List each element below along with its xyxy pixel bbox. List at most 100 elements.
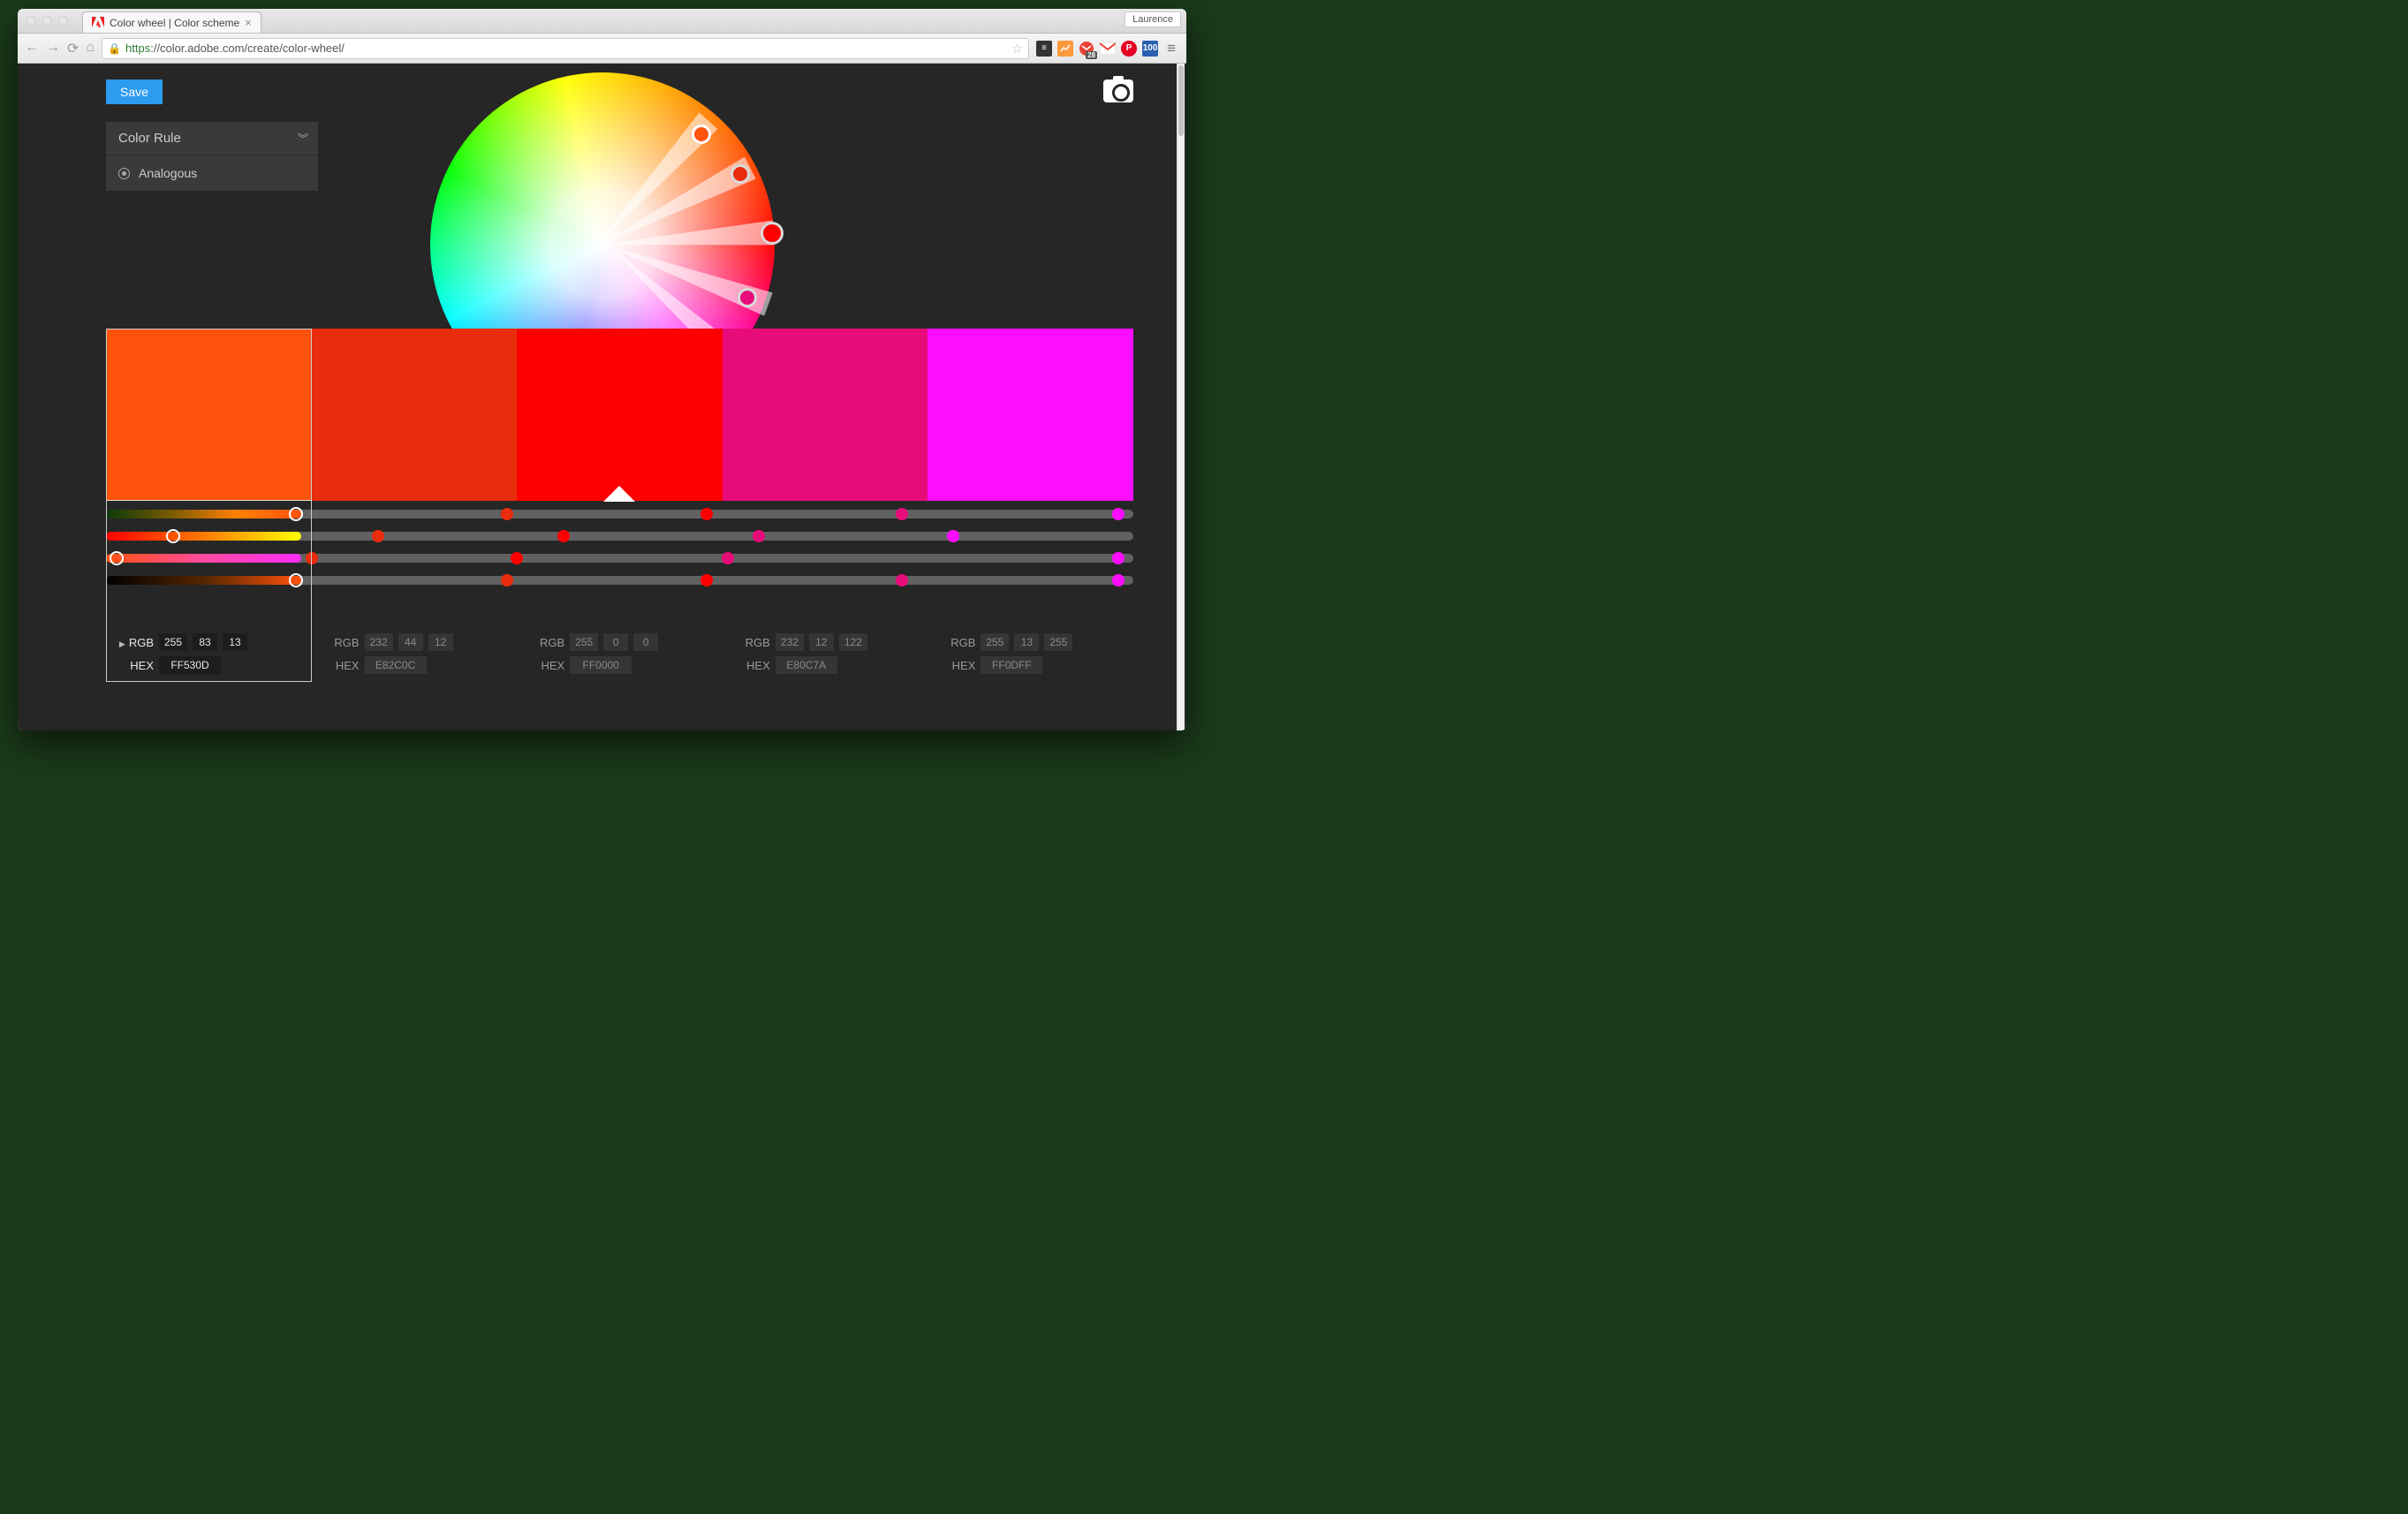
hex-value[interactable]: FF0DFF (981, 656, 1042, 674)
hex-label: HEX (319, 659, 360, 672)
slider-row[interactable] (106, 576, 1133, 585)
rgb-value[interactable]: 232 (776, 633, 804, 651)
slider-handle[interactable] (700, 508, 713, 520)
rgb-value[interactable]: 255 (159, 633, 187, 651)
rgb-label: RGB (129, 636, 154, 649)
rgb-label: RGB (540, 636, 564, 649)
home-button[interactable]: ⌂ (86, 40, 95, 57)
swatch[interactable] (312, 329, 518, 501)
bookmark-star-icon[interactable]: ☆ (1011, 41, 1023, 57)
gmail-icon[interactable] (1100, 41, 1116, 57)
slider-handle[interactable] (289, 507, 303, 521)
buffer-ext-icon[interactable]: ≡ (1036, 41, 1052, 57)
slider-panel (106, 510, 1133, 598)
slider-handle[interactable] (166, 529, 180, 543)
wheel-handle[interactable] (738, 288, 757, 307)
vertical-scrollbar[interactable] (1177, 64, 1185, 731)
slider-handle[interactable] (306, 552, 318, 564)
rgb-value[interactable]: 83 (193, 633, 217, 651)
readout-column: RGB23212122HEXE80C7A (723, 633, 928, 679)
browser-tab[interactable]: Color wheel | Color scheme × (82, 11, 261, 33)
hex-label: HEX (113, 659, 154, 672)
slider-row[interactable] (106, 554, 1133, 563)
rgb-value[interactable]: 0 (633, 633, 658, 651)
hex-value[interactable]: E80C7A (776, 656, 837, 674)
close-window-icon[interactable] (27, 16, 36, 26)
swatch[interactable] (723, 329, 928, 501)
slider-handle[interactable] (511, 552, 523, 564)
hex-value[interactable]: FF0000 (570, 656, 632, 674)
slider-handle[interactable] (700, 574, 713, 587)
rgb-label: RGB (334, 636, 359, 649)
slider-handle[interactable] (110, 551, 124, 565)
wheel-handle[interactable] (692, 125, 711, 144)
slider-handle[interactable] (896, 574, 908, 587)
hex-label: HEX (524, 659, 564, 672)
radio-selected-icon (118, 168, 130, 179)
wheel-handle-base[interactable] (761, 222, 784, 245)
slider-handle[interactable] (289, 573, 303, 587)
extensions: ≡ 28 P 100 ≡ (1036, 40, 1179, 57)
slider-handle[interactable] (1112, 552, 1124, 564)
rgb-value[interactable]: 13 (223, 633, 247, 651)
hex-value[interactable]: FF530D (159, 656, 221, 674)
slider-row[interactable] (106, 532, 1133, 541)
url-path: ://color.adobe.com/create/color-wheel/ (150, 42, 345, 55)
hex-value[interactable]: E82C0C (365, 656, 427, 674)
color-rule-option[interactable]: Analogous (106, 155, 318, 191)
wheel-spoke (601, 220, 774, 257)
camera-icon[interactable] (1103, 79, 1133, 102)
ext-100-icon[interactable]: 100 (1142, 41, 1158, 57)
scrollbar-thumb[interactable] (1178, 65, 1184, 136)
slider-track-active (106, 510, 301, 519)
rgb-label-wrap: RGB (730, 636, 770, 649)
rgb-value[interactable]: 255 (1044, 633, 1072, 651)
swatch[interactable] (517, 329, 723, 501)
rgb-label-wrap: ▶ RGB (113, 636, 154, 649)
color-rule-header[interactable]: Color Rule ︾ (106, 122, 318, 155)
minimize-window-icon[interactable] (42, 16, 52, 26)
rgb-value[interactable]: 12 (428, 633, 453, 651)
rgb-value[interactable]: 255 (570, 633, 598, 651)
profile-button[interactable]: Laurence (1124, 11, 1181, 27)
swatch[interactable] (928, 329, 1133, 501)
slider-handle[interactable] (1112, 508, 1124, 520)
close-tab-icon[interactable]: × (245, 16, 252, 29)
slider-handle[interactable] (947, 530, 959, 542)
url-scheme: https (125, 42, 150, 55)
slider-handle[interactable] (501, 574, 513, 587)
rgb-value[interactable]: 255 (981, 633, 1009, 651)
slider-handle[interactable] (722, 552, 734, 564)
rgb-value[interactable]: 44 (398, 633, 423, 651)
rgb-value[interactable]: 13 (1014, 633, 1039, 651)
window-controls[interactable] (18, 9, 77, 33)
slider-handle[interactable] (753, 530, 765, 542)
wheel-handle[interactable] (731, 164, 750, 184)
expand-triangle-icon[interactable]: ▶ (119, 640, 125, 648)
rgb-value[interactable]: 12 (809, 633, 834, 651)
gmail-ext-icon[interactable]: 28 (1079, 41, 1094, 57)
back-button[interactable]: ← (25, 40, 39, 57)
rgb-value[interactable]: 122 (839, 633, 867, 651)
forward-button[interactable]: → (46, 40, 60, 57)
reload-button[interactable]: ⟳ (67, 40, 79, 57)
save-button[interactable]: Save (106, 79, 163, 104)
analytics-ext-icon[interactable] (1057, 41, 1073, 57)
swatch[interactable] (106, 329, 312, 501)
color-app: Save Color Rule ︾ Analogous ▶ RGB 255 83 13 H… (18, 64, 1186, 731)
slider-handle[interactable] (896, 508, 908, 520)
menu-icon[interactable]: ≡ (1163, 40, 1179, 57)
badge-count: 28 (1086, 51, 1097, 59)
slider-handle[interactable] (501, 508, 513, 520)
slider-row[interactable] (106, 510, 1133, 519)
slider-handle[interactable] (1112, 574, 1124, 587)
zoom-window-icon[interactable] (58, 16, 68, 26)
browser-window: Color wheel | Color scheme × Laurence ← … (18, 9, 1186, 731)
slider-handle[interactable] (372, 530, 384, 542)
rgb-value[interactable]: 0 (603, 633, 628, 651)
rgb-value[interactable]: 232 (365, 633, 393, 651)
readout-column: RGB25513255HEXFF0DFF (928, 633, 1133, 679)
slider-handle[interactable] (557, 530, 570, 542)
pinterest-ext-icon[interactable]: P (1121, 41, 1137, 57)
address-bar[interactable]: 🔒 https ://color.adobe.com/create/color-… (102, 38, 1029, 59)
